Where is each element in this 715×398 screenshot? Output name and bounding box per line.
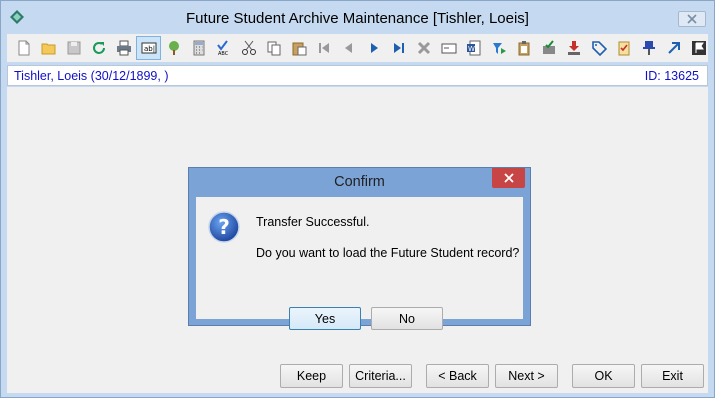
open-button[interactable] bbox=[36, 36, 61, 60]
previous-record-button[interactable] bbox=[336, 36, 361, 60]
flag-icon bbox=[691, 41, 706, 55]
last-record-icon bbox=[393, 43, 404, 53]
delete-button[interactable] bbox=[411, 36, 436, 60]
tag-button[interactable] bbox=[586, 36, 611, 60]
text-field-icon: ab| bbox=[141, 42, 156, 54]
tree-icon bbox=[168, 41, 179, 55]
approve-icon bbox=[542, 40, 555, 54]
svg-text:W: W bbox=[468, 45, 475, 53]
open-link-button[interactable] bbox=[661, 36, 686, 60]
new-button[interactable] bbox=[11, 36, 36, 60]
refresh-button[interactable] bbox=[86, 36, 111, 60]
exit-button[interactable]: Exit bbox=[641, 364, 704, 388]
dialog-title: Confirm bbox=[334, 174, 385, 190]
text-field-button[interactable]: ab| bbox=[136, 36, 161, 60]
back-button[interactable]: < Back bbox=[426, 364, 489, 388]
ok-button[interactable]: OK bbox=[572, 364, 635, 388]
confirm-dialog: Confirm ? Transfer Successful. Do you wa… bbox=[188, 167, 531, 330]
close-icon bbox=[687, 14, 697, 24]
toolbar: ab| ABC W bbox=[7, 34, 708, 62]
tag-icon bbox=[591, 41, 607, 56]
question-icon: ? bbox=[208, 211, 240, 243]
next-record-icon bbox=[370, 43, 378, 53]
record-header: Tishler, Loeis (30/12/1899, ) ID: 13625 bbox=[7, 65, 708, 86]
cut-icon bbox=[241, 40, 256, 55]
calculator-icon bbox=[193, 40, 204, 56]
paste-icon bbox=[292, 42, 306, 56]
dialog-message-primary: Transfer Successful. bbox=[256, 215, 370, 229]
last-record-button[interactable] bbox=[386, 36, 411, 60]
first-record-button[interactable] bbox=[311, 36, 336, 60]
next-button[interactable]: Next > bbox=[495, 364, 558, 388]
keep-button[interactable]: Keep bbox=[280, 364, 343, 388]
no-button[interactable]: No bbox=[371, 307, 443, 330]
download-icon bbox=[567, 41, 580, 55]
print-button[interactable] bbox=[111, 36, 136, 60]
flag-button[interactable] bbox=[686, 36, 711, 60]
calculator-button[interactable] bbox=[186, 36, 211, 60]
card-icon bbox=[441, 43, 456, 54]
pin-icon bbox=[642, 41, 655, 55]
paste-button[interactable] bbox=[286, 36, 311, 60]
save-button[interactable] bbox=[61, 36, 86, 60]
yes-button[interactable]: Yes bbox=[289, 307, 361, 330]
criteria-button[interactable]: Criteria... bbox=[349, 364, 412, 388]
tree-button[interactable] bbox=[161, 36, 186, 60]
copy-button[interactable] bbox=[261, 36, 286, 60]
close-icon bbox=[503, 173, 514, 183]
svg-text:ab|: ab| bbox=[144, 45, 155, 53]
spellcheck-button[interactable]: ABC bbox=[211, 36, 236, 60]
previous-record-icon bbox=[344, 43, 352, 53]
svg-text:ABC: ABC bbox=[218, 51, 229, 56]
cut-button[interactable] bbox=[236, 36, 261, 60]
download-button[interactable] bbox=[561, 36, 586, 60]
approve-button[interactable] bbox=[536, 36, 561, 60]
dialog-close-button[interactable] bbox=[492, 168, 525, 188]
main-window: Future Student Archive Maintenance [Tish… bbox=[0, 0, 715, 398]
checklist-button[interactable] bbox=[611, 36, 636, 60]
arrow-up-right-icon bbox=[667, 42, 680, 54]
filter-icon bbox=[492, 43, 506, 54]
title-bar: Future Student Archive Maintenance [Tish… bbox=[1, 1, 714, 33]
spellcheck-icon: ABC bbox=[216, 40, 229, 56]
word-export-button[interactable]: W bbox=[461, 36, 486, 60]
first-record-icon bbox=[318, 43, 329, 53]
window-title: Future Student Archive Maintenance [Tish… bbox=[186, 10, 529, 27]
next-record-button[interactable] bbox=[361, 36, 386, 60]
dialog-body: ? Transfer Successful. Do you want to lo… bbox=[196, 197, 523, 330]
word-document-icon: W bbox=[466, 40, 480, 56]
copy-icon bbox=[267, 41, 280, 56]
refresh-icon bbox=[92, 42, 105, 54]
checklist-icon bbox=[618, 41, 629, 56]
pin-button[interactable] bbox=[636, 36, 661, 60]
dialog-message-secondary: Do you want to load the Future Student r… bbox=[256, 246, 520, 260]
delete-icon bbox=[417, 41, 430, 55]
svg-text:?: ? bbox=[218, 215, 230, 239]
clipboard-icon bbox=[518, 41, 529, 56]
record-name: Tishler, Loeis (30/12/1899, ) bbox=[14, 69, 169, 83]
new-document-icon bbox=[18, 40, 29, 56]
filter-button[interactable] bbox=[486, 36, 511, 60]
print-icon bbox=[116, 40, 131, 56]
open-folder-icon bbox=[41, 43, 55, 55]
card-button[interactable] bbox=[436, 36, 461, 60]
clipboard-button[interactable] bbox=[511, 36, 536, 60]
window-close-button[interactable] bbox=[678, 11, 706, 27]
record-id: ID: 13625 bbox=[644, 69, 699, 83]
save-icon bbox=[67, 41, 80, 55]
